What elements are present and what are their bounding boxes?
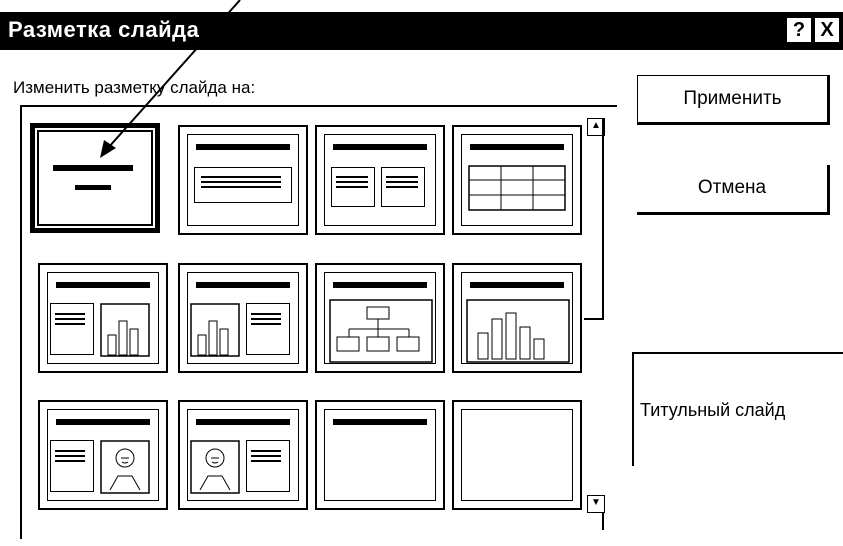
annotation-arrow-icon — [100, 0, 241, 158]
